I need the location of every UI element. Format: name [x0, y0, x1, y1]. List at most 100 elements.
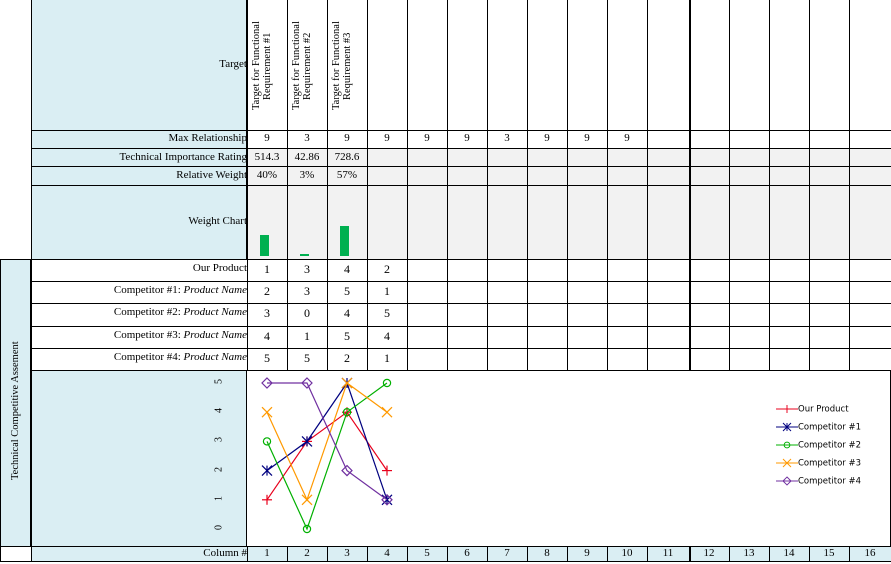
- competitor-cell: 5: [384, 306, 390, 320]
- chart-legend: Our Product Competitor #1 Competitor #2 Com…: [776, 404, 886, 494]
- competitor-cell: 3: [304, 262, 310, 276]
- grid-vline: [769, 0, 770, 370]
- competitor-cell: 1: [384, 284, 390, 298]
- legend-label: Competitor #2: [798, 440, 861, 451]
- column-number-1: 1: [264, 547, 270, 559]
- grid-hline: [31, 148, 891, 149]
- legend-item: Competitor #1: [776, 422, 861, 433]
- legend-swatch: [776, 405, 798, 414]
- data-point: [262, 494, 272, 505]
- data-point: [381, 406, 393, 418]
- column-number-7: 7: [504, 547, 510, 559]
- legend-item: Our Product: [776, 404, 849, 415]
- competitor-label-1: Competitor #1: Product Name: [113, 284, 247, 296]
- max-relationship-cell-3: 9: [344, 132, 350, 144]
- competitor-cell: 5: [344, 329, 350, 343]
- max-relationship-cell-6: 9: [464, 132, 470, 144]
- competitor-cell: 5: [304, 351, 310, 365]
- importance-label: Technical Importance Rating: [119, 151, 247, 163]
- column-number-15: 15: [823, 547, 835, 559]
- target-header-1: Target for Functional Requirement #1: [251, 21, 273, 111]
- competitor-cell: 0: [304, 306, 310, 320]
- grid-vline: [31, 0, 32, 561]
- grid-vline: [729, 0, 730, 370]
- competitor-cell: 2: [344, 351, 350, 365]
- weight-bar-3: [340, 226, 349, 256]
- competitor-label-3: Competitor #3: Product Name: [113, 329, 247, 341]
- competitor-cell: 2: [384, 262, 390, 276]
- max-relationship-cell-2: 3: [304, 132, 310, 144]
- legend-item: Competitor #2: [776, 440, 861, 451]
- relative-weight-cell-3: 57%: [336, 169, 358, 181]
- column-number-11: 11: [662, 547, 674, 559]
- y-tick-0: 0: [213, 525, 225, 530]
- grid-vline: [0, 259, 1, 561]
- importance-cell-1: 514.3: [254, 151, 280, 163]
- grid-hline: [0, 259, 891, 260]
- competitor-label-0: Our Product: [192, 262, 247, 274]
- y-tick-5: 5: [213, 379, 225, 384]
- target-header-3: Target for Functional Requirement #3: [331, 21, 353, 111]
- legend-swatch: [776, 458, 798, 468]
- grid-vline: [487, 0, 488, 370]
- legend-item: Competitor #3: [776, 458, 861, 469]
- column-number-8: 8: [544, 547, 550, 559]
- y-tick-3: 3: [213, 437, 225, 443]
- column-number-6: 6: [464, 547, 470, 559]
- grid-hline: [31, 130, 891, 131]
- competitor-cell: 5: [344, 284, 350, 298]
- legend-label: Competitor #3: [798, 458, 861, 469]
- legend-label: Our Product: [798, 404, 849, 415]
- competitor-label-2: Competitor #2: Product Name: [113, 306, 247, 318]
- column-number-label: Column #: [203, 547, 247, 559]
- grid-hline: [31, 370, 891, 371]
- column-number-10: 10: [621, 547, 633, 559]
- side-label: Technical Competitive Assement: [10, 341, 21, 480]
- legend-swatch: [776, 476, 798, 486]
- legend-swatch: [776, 441, 798, 449]
- competitor-cell: 1: [304, 329, 310, 343]
- max-relationship-cell-9: 9: [584, 132, 590, 144]
- column-number-16: 16: [864, 547, 876, 559]
- column-number-5: 5: [424, 547, 430, 559]
- grid-vline: [647, 0, 648, 370]
- grid-vline: [407, 0, 408, 370]
- competitor-cell: 5: [264, 351, 270, 365]
- competitor-label-4: Competitor #4: Product Name: [113, 351, 247, 363]
- y-tick-1: 1: [213, 495, 225, 501]
- importance-cell-2: 42.86: [294, 151, 320, 163]
- data-point: [261, 406, 273, 418]
- competitor-cell: 3: [304, 284, 310, 298]
- legend-label: Competitor #1: [798, 422, 861, 433]
- column-number-9: 9: [584, 547, 590, 559]
- y-tick-4: 4: [213, 408, 225, 414]
- max-relationship-cell-5: 9: [424, 132, 430, 144]
- weight-bar-2: [300, 254, 309, 256]
- grid-vline: [567, 0, 568, 370]
- legend-item: Competitor #4: [776, 476, 861, 487]
- grid-vline: [809, 0, 810, 370]
- relative-weight-cell-1: 40%: [256, 169, 278, 181]
- legend-swatch: [776, 422, 798, 432]
- competitor-cell: 4: [384, 329, 390, 343]
- legend-label: Competitor #4: [798, 476, 861, 487]
- competitor-cell: 2: [264, 284, 270, 298]
- competitor-cell: 4: [344, 306, 350, 320]
- grid-hline: [31, 348, 891, 349]
- column-number-2: 2: [304, 547, 310, 559]
- data-point: [382, 465, 392, 476]
- grid-hline: [31, 303, 891, 304]
- max-relationship-label: Max Relationship: [168, 132, 247, 144]
- competitor-cell: 4: [264, 329, 270, 343]
- weight-bar-1: [260, 235, 269, 256]
- column-number-12: 12: [703, 547, 715, 559]
- column-number-13: 13: [743, 547, 755, 559]
- data-point: [301, 494, 313, 506]
- importance-cell-3: 728.6: [334, 151, 360, 163]
- grid-vline: [607, 0, 608, 370]
- competitor-cell: 4: [344, 262, 350, 276]
- grid-hline: [31, 166, 891, 167]
- max-relationship-cell-7: 3: [504, 132, 510, 144]
- max-relationship-cell-4: 9: [384, 132, 390, 144]
- target-label: Target: [219, 58, 247, 70]
